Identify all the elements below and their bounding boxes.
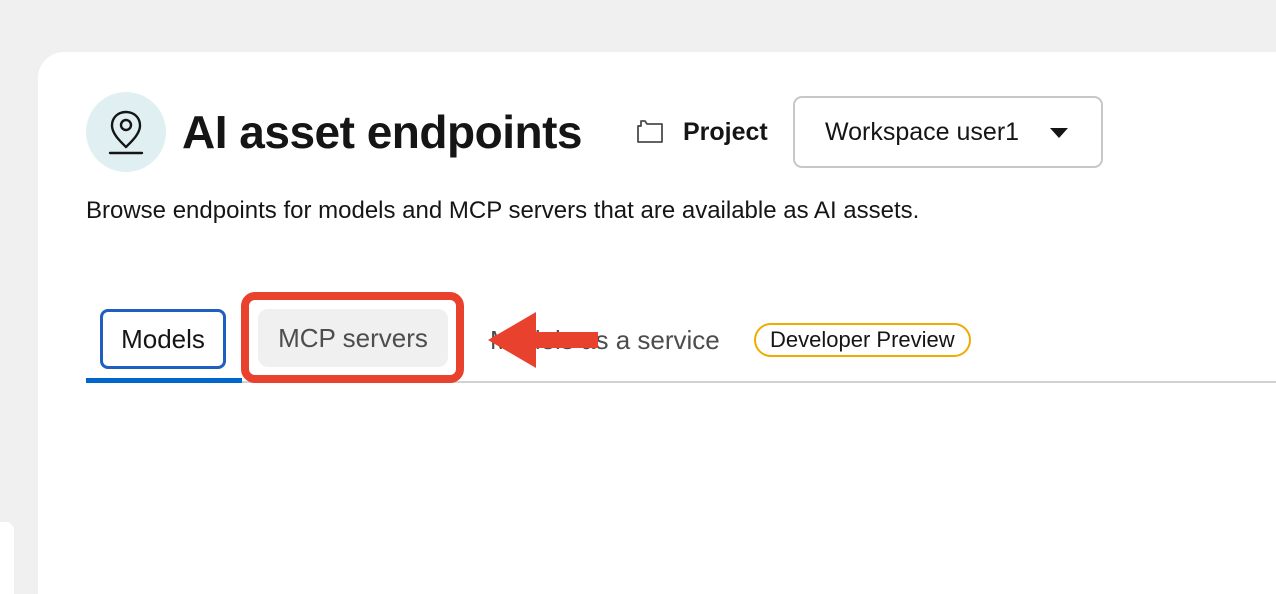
project-label: Project (683, 118, 768, 146)
tab-mcp-servers[interactable]: MCP servers (258, 309, 448, 367)
page-description: Browse endpoints for models and MCP serv… (86, 197, 920, 224)
folder-icon (635, 119, 665, 145)
location-pin-icon (86, 92, 166, 172)
main-card: AI asset endpoints Project Workspace use… (38, 52, 1276, 594)
page-title: AI asset endpoints (182, 106, 582, 158)
caret-down-icon (1050, 128, 1068, 138)
tab-models[interactable]: Models (100, 309, 226, 369)
active-tab-indicator (86, 378, 242, 383)
side-panel-stub (0, 522, 14, 594)
project-selector-dropdown[interactable]: Workspace user1 (793, 96, 1103, 168)
page: AI asset endpoints Project Workspace use… (0, 0, 1276, 594)
project-selector-value: Workspace user1 (825, 117, 1020, 146)
developer-preview-badge: Developer Preview (754, 323, 971, 357)
tabs-divider (86, 381, 1276, 383)
tab-models-as-a-service[interactable]: Models as a service (490, 323, 720, 357)
